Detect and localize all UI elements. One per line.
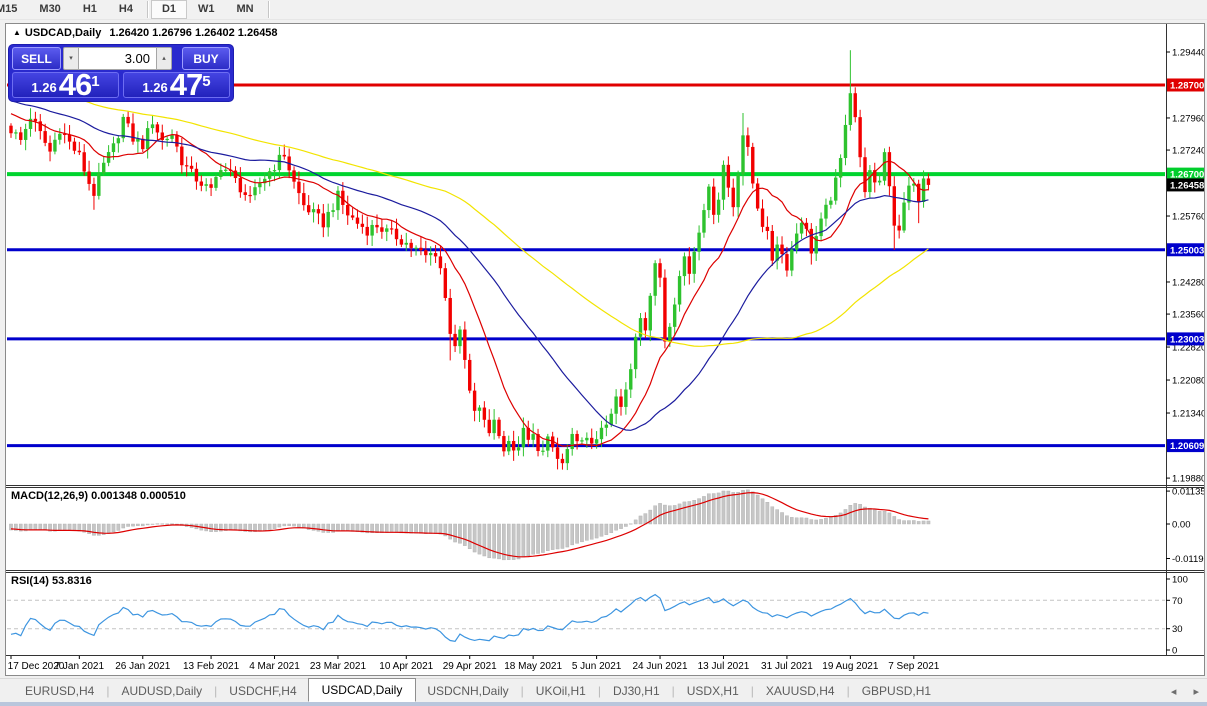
- date-label-94: 29 Apr 2021: [443, 661, 497, 672]
- ma-13-line: [10, 113, 929, 447]
- chart-tab-usdcad-daily[interactable]: USDCAD,Daily: [307, 678, 417, 702]
- chart-tab-usdx-h1[interactable]: USDX,H1: [676, 681, 750, 701]
- candlestick-series: [9, 50, 931, 471]
- sell-price-prefix: 1.26: [31, 80, 57, 95]
- sell-button[interactable]: SELL: [12, 47, 61, 70]
- buy-price-pip: 5: [202, 73, 211, 90]
- price-label-1.19880: 1.19880: [1172, 474, 1204, 485]
- chart-ohlc-values: 1.26420 1.26796 1.26402 1.26458: [109, 27, 278, 39]
- chart-symbol-label: USDCAD,Daily: [24, 27, 102, 39]
- timeframe-button-h1[interactable]: H1: [72, 0, 108, 19]
- current-price-text: 1.26458: [1170, 180, 1204, 191]
- ma-72-line: [10, 84, 929, 347]
- date-label-185: 7 Sep 2021: [888, 661, 940, 672]
- date-label-133: 24 Jun 2021: [633, 661, 688, 672]
- date-label-81: 10 Apr 2021: [379, 661, 433, 672]
- chart-title: ▲ USDCAD,Daily 1.26420 1.26796 1.26402 1.2…: [13, 27, 278, 39]
- horizontal-level-lines[interactable]: [7, 83, 1165, 448]
- price-label-1.24280: 1.24280: [1172, 277, 1204, 288]
- macd-axis-0.01135: 0.01135: [1172, 487, 1204, 498]
- price-flag-text-1.23003: 1.23003: [1170, 334, 1204, 345]
- arrow-up-icon: ▴: [162, 55, 166, 62]
- date-label-120: 5 Jun 2021: [572, 661, 622, 672]
- timeframe-toolbar: M15M30H1H4 D1W1MN: [0, 0, 1207, 20]
- scroll-tabs-right-icon[interactable]: ▸: [1193, 686, 1199, 698]
- chart-tab-xauusd-h4[interactable]: XAUUSD,H4: [755, 681, 846, 701]
- price-label-1.23560: 1.23560: [1172, 310, 1204, 321]
- price-label-1.27240: 1.27240: [1172, 146, 1204, 157]
- date-axis[interactable]: 17 Dec 20207 Jan 2021 26 Jan 2021 13 Feb 2…: [8, 656, 940, 672]
- macd-axis--0.01190: -0.01190: [1172, 554, 1204, 565]
- timeframe-button-d1[interactable]: D1: [150, 0, 187, 19]
- date-label-41: 13 Feb 2021: [183, 661, 240, 672]
- macd-label: MACD(12,26,9) 0.001348 0.000510: [11, 490, 186, 502]
- toolbar-separator: [267, 1, 269, 18]
- chart-tab-dj30-h1[interactable]: DJ30,H1: [602, 681, 671, 701]
- price-label-1.29440: 1.29440: [1172, 48, 1204, 59]
- date-label-54: 4 Mar 2021: [249, 661, 300, 672]
- arrow-down-icon: ▾: [69, 55, 73, 62]
- price-flag-text-1.20609: 1.20609: [1170, 441, 1204, 452]
- chart-tab-gbpusd-h1[interactable]: GBPUSD,H1: [851, 681, 942, 701]
- chart-tab-eurusd-h4[interactable]: EURUSD,H4: [14, 681, 105, 701]
- rsi-axis-0: 0: [1172, 646, 1177, 657]
- rsi-axis-100: 100: [1172, 575, 1188, 586]
- price-label-1.21340: 1.21340: [1172, 409, 1204, 420]
- chart-tab-bar: ◂ ▸ EURUSD,H4 | AUDUSD,Daily | USDCHF,H4 USDC…: [0, 678, 1207, 703]
- timeframe-button-w1[interactable]: W1: [187, 0, 226, 19]
- chart-window: ▲ USDCAD,Daily 1.26420 1.26796 1.26402 1.2…: [5, 23, 1207, 676]
- date-label-27: 26 Jan 2021: [115, 661, 170, 672]
- rsi-label: RSI(14) 53.8316: [11, 575, 92, 587]
- buy-price-quote[interactable]: 1.26 47 5: [123, 67, 230, 102]
- date-label-159: 31 Jul 2021: [761, 661, 813, 672]
- price-flag-text-1.28700: 1.28700: [1170, 80, 1204, 91]
- timeframe-button-mn[interactable]: MN: [226, 0, 265, 19]
- date-label-146: 13 Jul 2021: [698, 661, 750, 672]
- price-flag-text-1.25003: 1.25003: [1170, 245, 1204, 256]
- chart-canvas[interactable]: 1.29440 1.27960 1.27240 1.25760 1.24280 1.235…: [6, 24, 1207, 675]
- timeframe-button-m15[interactable]: M15: [0, 0, 28, 19]
- chart-tab-usdchf-h4[interactable]: USDCHF,H4: [218, 681, 307, 701]
- timeframe-button-h4[interactable]: H4: [108, 0, 144, 19]
- price-axis[interactable]: 1.29440 1.27960 1.27240 1.25760 1.24280 1.235…: [1166, 48, 1207, 657]
- buy-price-prefix: 1.26: [142, 80, 168, 95]
- chart-tab-usdcnh-daily[interactable]: USDCNH,Daily: [416, 681, 519, 701]
- rsi-axis-30: 30: [1172, 624, 1183, 635]
- rsi-axis-70: 70: [1172, 596, 1183, 607]
- price-label-1.22080: 1.22080: [1172, 376, 1204, 387]
- toolbar-separator: [146, 1, 148, 18]
- tab-scroll-arrows: ◂ ▸: [1157, 685, 1199, 698]
- chart-tab-ukoil-h1[interactable]: UKOil,H1: [525, 681, 597, 701]
- date-label-67: 23 Mar 2021: [310, 661, 367, 672]
- macd-axis-0.00: 0.00: [1172, 520, 1191, 531]
- date-label-107: 18 May 2021: [504, 661, 562, 672]
- collapse-panel-icon[interactable]: ▲: [13, 28, 21, 37]
- buy-price-big: 47: [169, 67, 203, 102]
- date-label-14: 7 Jan 2021: [55, 661, 105, 672]
- scroll-tabs-left-icon[interactable]: ◂: [1171, 686, 1177, 698]
- sell-price-big: 46: [58, 67, 92, 102]
- one-click-trading-panel: SELL ▾ ▴ BUY 1.26 46 1 1.26 47 5: [9, 45, 233, 101]
- window-bottom-edge: [0, 702, 1207, 706]
- rsi-line: [10, 593, 929, 642]
- date-label-172: 19 Aug 2021: [822, 661, 879, 672]
- mt4-terminal: M15M30H1H4D1W1MN ▲USDCAD,Daily1.26420 1.…: [0, 0, 1207, 706]
- sell-price-pip: 1: [91, 73, 100, 90]
- sell-price-quote[interactable]: 1.26 46 1: [12, 67, 119, 102]
- price-label-1.27960: 1.27960: [1172, 113, 1204, 124]
- price-label-1.25760: 1.25760: [1172, 212, 1204, 223]
- chart-tab-audusd-daily[interactable]: AUDUSD,Daily: [110, 681, 213, 701]
- timeframe-button-m30[interactable]: M30: [28, 0, 71, 19]
